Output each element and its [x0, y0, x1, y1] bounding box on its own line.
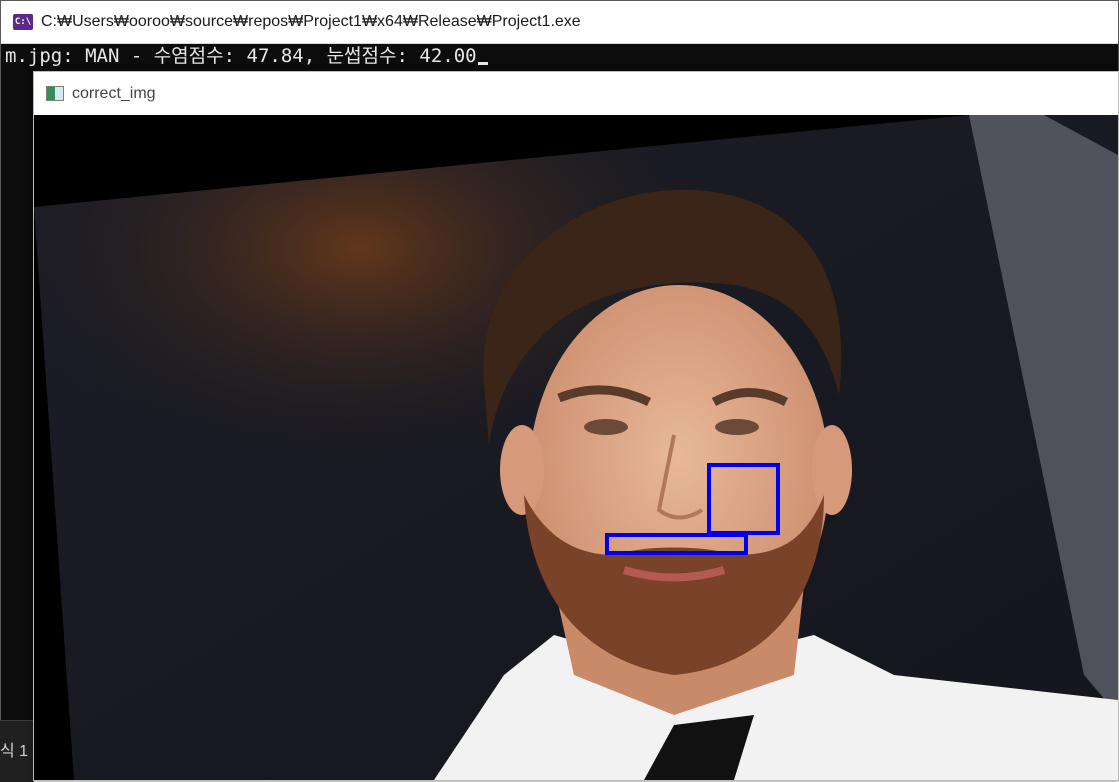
- background-text-fragment: 식 1: [0, 743, 29, 760]
- console-output-line: m.jpg: MAN - 수염점수: 47.84, 눈썹점수: 42.00: [5, 45, 477, 67]
- console-output: m.jpg: MAN - 수염점수: 47.84, 눈썹점수: 42.00: [5, 43, 1118, 69]
- image-window-titlebar[interactable]: correct_img: [34, 72, 1118, 115]
- console-left-area: [1, 71, 35, 721]
- image-window-title: correct_img: [72, 84, 156, 102]
- console-app-icon: C:\: [13, 14, 33, 30]
- image-canvas: [34, 115, 1118, 780]
- rotated-face-image: [34, 115, 1118, 780]
- console-title: C:₩Users₩ooroo₩source₩repos₩Project1₩x64…: [41, 13, 581, 30]
- background-window-fragment: 식 1: [0, 720, 34, 782]
- image-window-icon: [46, 86, 64, 101]
- text-cursor: [477, 62, 488, 65]
- image-window: correct_img: [33, 71, 1119, 781]
- console-titlebar[interactable]: C:\ C:₩Users₩ooroo₩source₩repos₩Project1…: [1, 1, 1118, 44]
